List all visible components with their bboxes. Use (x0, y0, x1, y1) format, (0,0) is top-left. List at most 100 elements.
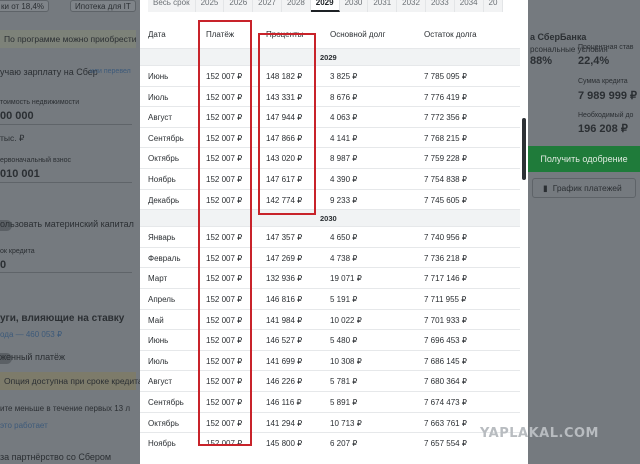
cell-remaining: 7 657 554 ₽ (424, 439, 467, 449)
cell-date: Ноябрь (148, 439, 176, 449)
cell-principal: 10 022 ₽ (330, 315, 362, 325)
year-separator-label: 2030 (320, 214, 337, 224)
it-mortgage-tab[interactable]: Ипотека для IT (70, 0, 136, 12)
table-row: Август 152 007 ₽146 226 ₽5 781 ₽7 680 364… (140, 370, 520, 391)
cell-interest: 141 699 ₽ (266, 356, 303, 366)
cell-date: Июль (148, 356, 169, 366)
cell-principal: 5 191 ₽ (330, 294, 358, 304)
year-tab[interactable]: 2028 (281, 0, 311, 12)
scrollbar-thumb[interactable] (522, 118, 526, 180)
cell-interest: 146 116 ₽ (266, 397, 302, 407)
salary-label: учаю зарплату на Сбер (0, 67, 98, 77)
property-input-line (0, 124, 132, 125)
year-tab[interactable]: Весь срок (148, 0, 196, 12)
downpay-value: тыс. ₽ (0, 133, 25, 143)
cell-interest: 146 226 ₽ (266, 377, 303, 387)
cell-date: Сентябрь (148, 133, 184, 143)
schedule-button[interactable]: ▮ График платежей (532, 178, 636, 198)
less-label: ите меньше в течение первых 13 л (0, 404, 130, 413)
schedule-table-body: 2029 Июнь 152 007 ₽148 182 ₽3 825 ₽7 785 0… (140, 48, 520, 453)
cell-date: Март (148, 274, 168, 284)
cell-principal: 4 738 ₽ (330, 253, 358, 263)
year-tab[interactable]: 2025 (195, 0, 225, 12)
table-row: Декабрь 152 007 ₽142 774 ₽9 233 ₽7 745 60… (140, 188, 520, 210)
cell-remaining: 7 686 145 ₽ (424, 356, 467, 366)
table-row: Октябрь 152 007 ₽141 294 ₽10 713 ₽7 663 7… (140, 411, 520, 433)
property-value[interactable]: 00 000 (0, 110, 34, 122)
background-right-panel: а СберБанка рсональные условия Процентна… (528, 0, 640, 464)
table-row: Август 152 007 ₽147 944 ₽4 063 ₽7 772 356… (140, 106, 520, 127)
header-date: Дата (148, 30, 166, 39)
option-note-strip: Опция доступна при сроке кредита (0, 372, 143, 390)
year-separator-row: 2029 (140, 48, 520, 65)
table-row: Сентябрь 152 007 ₽146 116 ₽5 891 ₽7 674 4… (140, 390, 520, 412)
chart-icon: ▮ (543, 182, 548, 193)
capital-input-line (0, 182, 132, 183)
cell-date: Октябрь (148, 418, 180, 428)
cell-interest: 146 816 ₽ (266, 294, 303, 304)
payment-column-highlight (198, 20, 252, 446)
rate-label: Процентная став (578, 44, 634, 51)
cell-principal: 4 650 ₽ (330, 233, 358, 243)
cell-principal: 4 063 ₽ (330, 113, 358, 123)
year-tab[interactable]: 2031 (368, 0, 398, 12)
year-tab[interactable]: 2029 (310, 0, 340, 12)
header-remaining: Остаток долга (424, 30, 477, 39)
option-note: Опция доступна при сроке кредита (4, 376, 143, 386)
year-tab[interactable]: 2032 (397, 0, 426, 12)
year-tabs: Весь срок 2025 2026 2027 2028 2029 2030 2031 203… (148, 0, 504, 12)
table-row: Январь 152 007 ₽147 357 ₽4 650 ₽7 740 956… (140, 226, 520, 247)
year-tab[interactable]: 20 (483, 0, 504, 12)
cell-principal: 5 891 ₽ (330, 397, 358, 407)
year-tab[interactable]: 2027 (253, 0, 282, 12)
cell-interest: 146 527 ₽ (266, 336, 303, 346)
rate-chip[interactable]: ки от 18,4% (0, 0, 50, 12)
cell-remaining: 7 701 933 ₽ (424, 315, 467, 325)
schedule-button-label: График платежей (552, 183, 622, 193)
cell-principal: 8 676 ₽ (330, 92, 358, 102)
cell-remaining: 7 680 364 ₽ (424, 377, 467, 387)
cell-principal: 5 480 ₽ (330, 336, 358, 346)
year-tab[interactable]: 2030 (339, 0, 369, 12)
year-separator-row: 2030 (140, 209, 520, 227)
salary-link[interactable]: или перевел (90, 68, 131, 75)
cell-remaining: 7 772 356 ₽ (424, 113, 467, 123)
cell-remaining: 7 711 955 ₽ (424, 294, 467, 304)
year-tab[interactable]: 2034 (454, 0, 484, 12)
cell-remaining: 7 696 453 ₽ (424, 336, 467, 346)
capital-value[interactable]: 010 001 (0, 168, 40, 180)
payment-schedule-modal: Весь срок 2025 2026 2027 2028 2029 2030 2031 203… (140, 0, 528, 464)
cell-date: Июль (148, 92, 169, 102)
program-note: По программе можно приобрести (4, 34, 137, 44)
term-label: ок кредита (0, 248, 35, 255)
term-value[interactable]: 0 (0, 259, 6, 271)
services-title: уги, влияющие на ставку (0, 313, 125, 324)
cell-date: Апрель (148, 294, 176, 304)
cell-date: Декабрь (148, 195, 180, 205)
cell-principal: 19 071 ₽ (330, 274, 362, 284)
how-link[interactable]: это работает (0, 421, 48, 430)
table-row: Ноябрь 152 007 ₽145 800 ₽6 207 ₽7 657 554… (140, 432, 520, 453)
cell-remaining: 7 740 956 ₽ (424, 233, 467, 243)
bank-name: а СберБанка (530, 32, 587, 42)
table-row: Июнь 152 007 ₽146 527 ₽5 480 ₽7 696 453 ₽ (140, 329, 520, 350)
property-label: тоимость недвижимости (0, 99, 80, 106)
table-row: Май 152 007 ₽141 984 ₽10 022 ₽7 701 933 ₽ (140, 308, 520, 330)
table-row: Ноябрь 152 007 ₽147 617 ₽4 390 ₽7 754 838… (140, 167, 520, 189)
approve-button[interactable]: Получить одобрение (528, 146, 640, 172)
table-row: Июнь 152 007 ₽148 182 ₽3 825 ₽7 785 095 ₽ (140, 65, 520, 86)
cell-date: Ноябрь (148, 174, 176, 184)
rate-value: 22,4% (578, 55, 610, 67)
cell-date: Август (148, 377, 173, 387)
cell-remaining: 7 736 218 ₽ (424, 253, 467, 263)
cell-remaining: 7 768 215 ₽ (424, 133, 467, 143)
capital-label: ервоначальный взнос (0, 157, 72, 164)
scrollbar[interactable] (522, 10, 526, 464)
cell-principal: 4 390 ₽ (330, 174, 358, 184)
year-tab[interactable]: 2033 (425, 0, 455, 12)
cell-remaining: 7 674 473 ₽ (424, 397, 467, 407)
deal-label: за партнёрство со Сбером (0, 452, 112, 462)
maternity-label: ользовать материнский капитал (0, 219, 134, 229)
year-tab[interactable]: 2026 (224, 0, 254, 12)
cell-date: Май (148, 315, 164, 325)
